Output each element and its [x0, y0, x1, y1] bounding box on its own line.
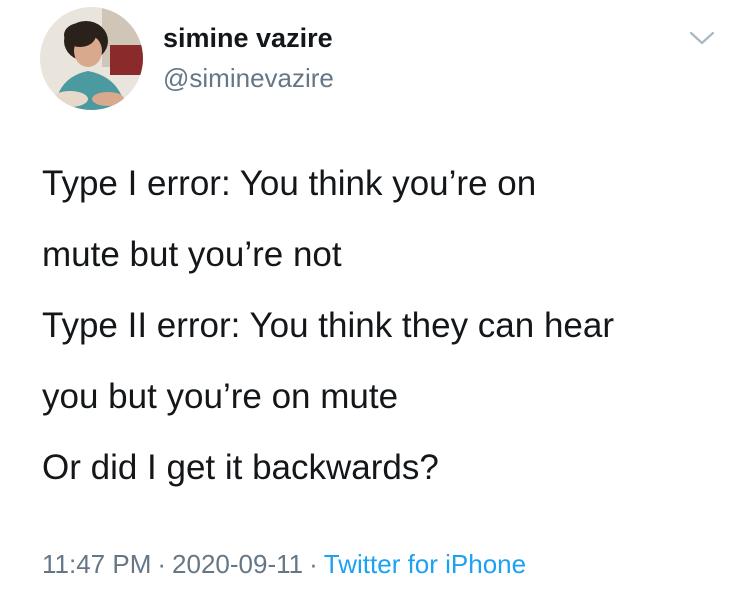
tweet-line: Type I error: You think you’re on — [42, 164, 537, 203]
tweet-meta: 11:47 PM · 2020-09-11 · Twitter for iPhone — [42, 549, 526, 580]
tweet: simine vazire @siminevazire Type I error… — [0, 0, 750, 591]
separator: · — [309, 549, 318, 579]
tweet-time[interactable]: 11:47 PM — [42, 549, 151, 579]
avatar[interactable] — [40, 7, 143, 110]
chevron-down-icon[interactable] — [688, 28, 716, 48]
tweet-source-link[interactable]: Twitter for iPhone — [324, 549, 526, 579]
tweet-date[interactable]: 2020-09-11 — [172, 549, 303, 579]
display-name[interactable]: simine vazire — [163, 23, 333, 54]
tweet-line: Type II error: You think they can hear — [42, 306, 615, 345]
profile-photo — [40, 7, 143, 110]
tweet-text: Type I error: You think you’re on mute b… — [42, 148, 732, 503]
user-handle[interactable]: @siminevazire — [163, 63, 334, 94]
tweet-line: Or did I get it backwards? — [42, 448, 439, 487]
tweet-line: you but you’re on mute — [42, 377, 399, 416]
tweet-line: mute but you’re not — [42, 235, 342, 274]
separator: · — [157, 549, 167, 579]
